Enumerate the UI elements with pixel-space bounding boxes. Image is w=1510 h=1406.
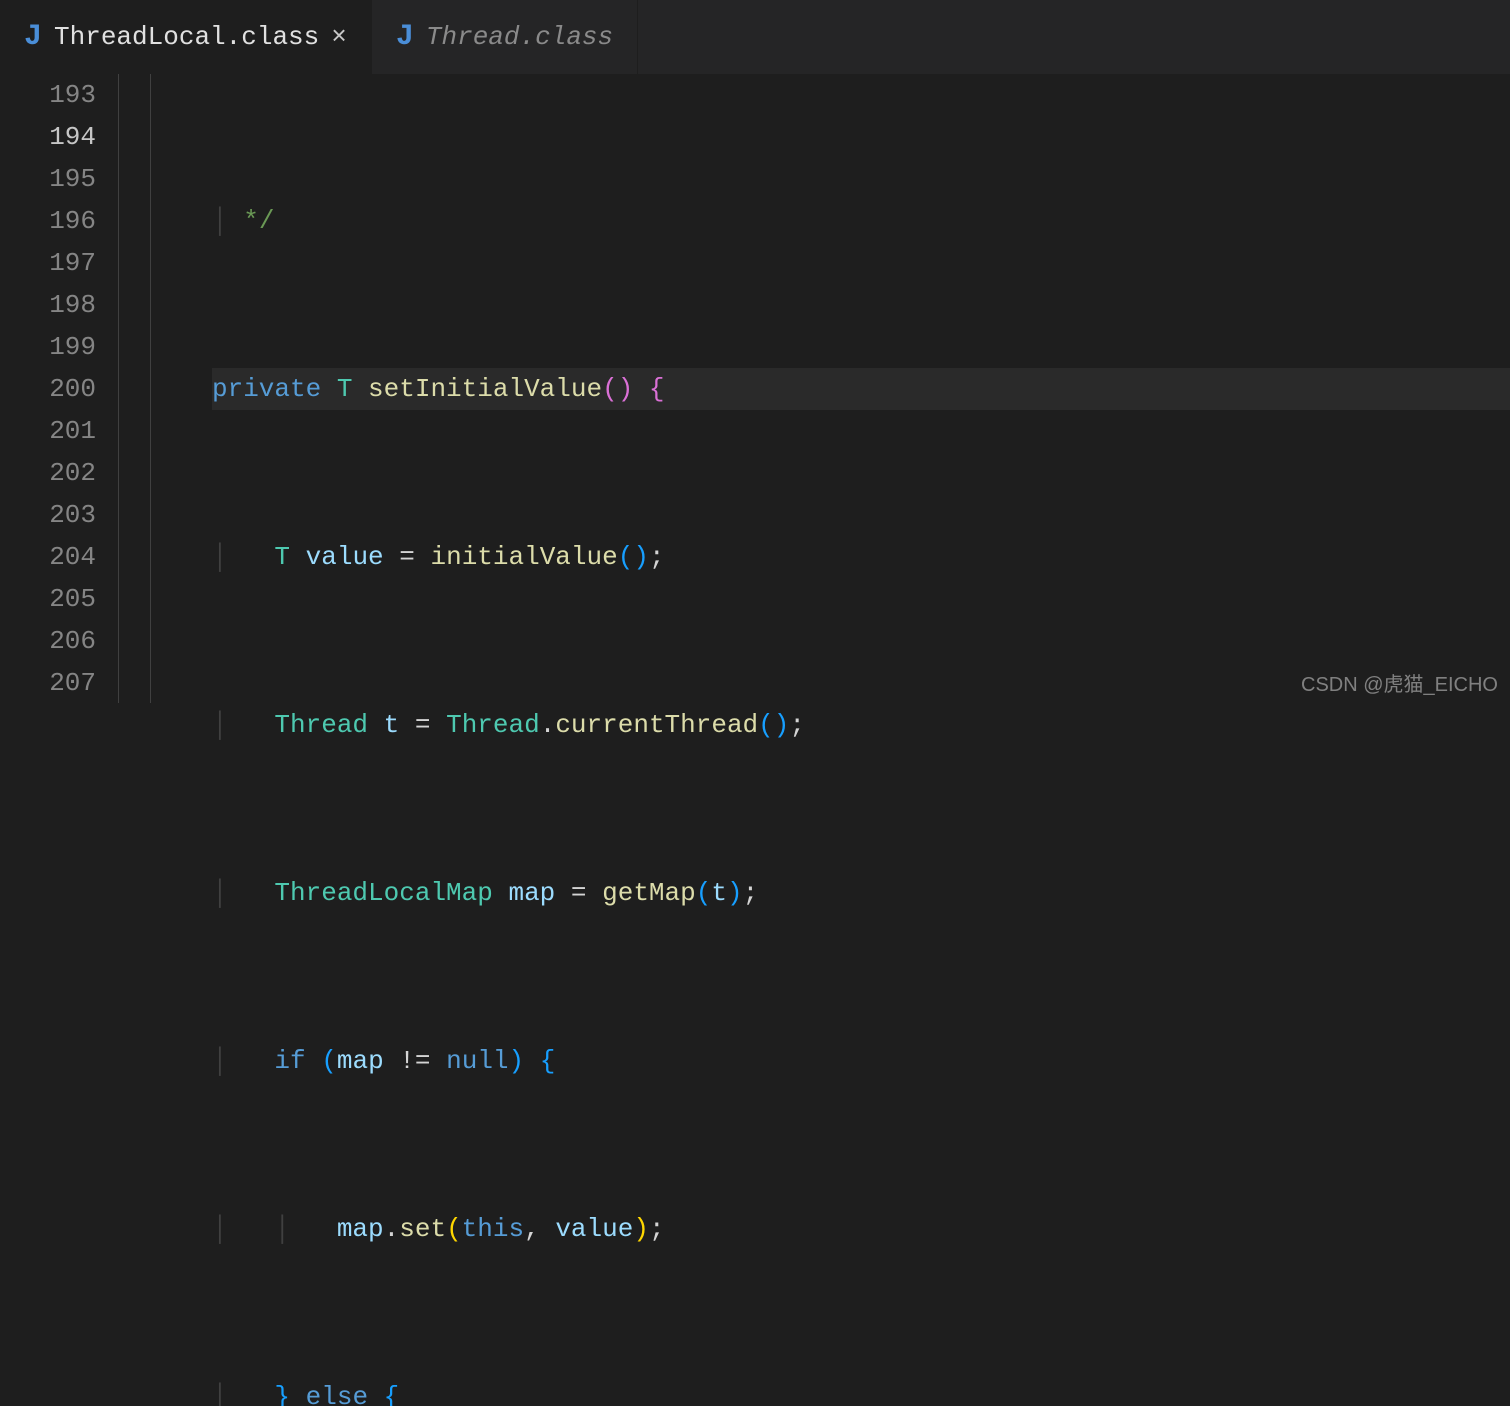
code-line[interactable]: │ │ map.set(this, value); [212,1208,1510,1250]
close-icon[interactable]: × [331,22,347,52]
watermark: CSDN @虎猫_EICHO [1301,668,1498,697]
tab-bar: J ThreadLocal.class × J Thread.class [0,0,1510,74]
code-line[interactable]: │ Thread t = Thread.currentThread(); [212,704,1510,746]
code-line[interactable]: │ } else { [212,1376,1510,1406]
code-line[interactable]: private T setInitialValue() { [212,368,1510,410]
code-line[interactable]: │ if (map != null) { [212,1040,1510,1082]
code-line[interactable]: │ ThreadLocalMap map = getMap(t); [212,872,1510,914]
code-line[interactable]: │ T value = initialValue(); [212,536,1510,578]
code-line[interactable]: │ */ [212,200,1510,242]
tab-thread[interactable]: J Thread.class [372,0,638,74]
indent-guides [150,74,212,703]
java-file-icon: J [24,20,42,54]
java-file-icon: J [396,20,414,54]
code-area[interactable]: │ */ private T setInitialValue() { │ T v… [212,74,1510,703]
tab-threadlocal[interactable]: J ThreadLocal.class × [0,0,372,74]
tab-label: Thread.class [426,22,613,52]
fold-column [118,74,150,703]
line-number-gutter: 193 194 195 196 197 198 199 200 201 202 … [0,74,118,703]
editor[interactable]: 193 194 195 196 197 198 199 200 201 202 … [0,74,1510,703]
tab-label: ThreadLocal.class [54,22,319,52]
